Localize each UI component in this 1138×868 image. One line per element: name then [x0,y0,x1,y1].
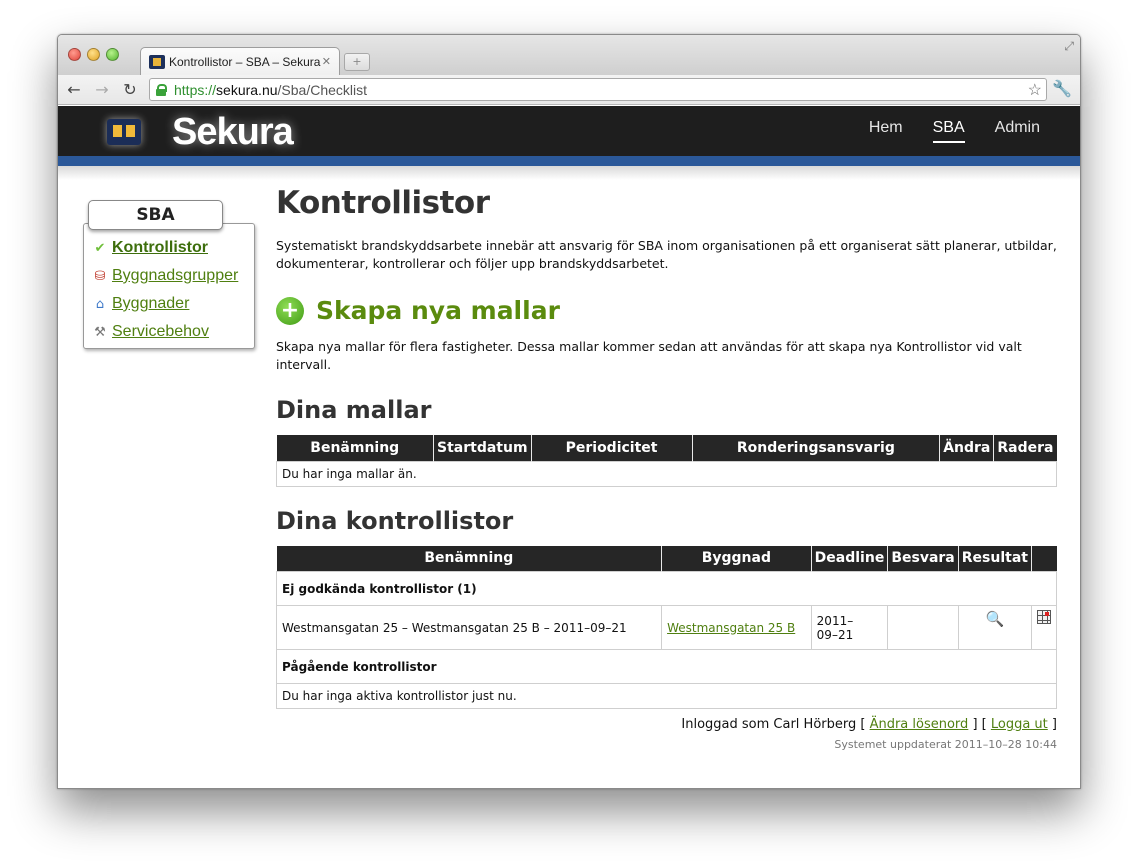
sidebar-item-label[interactable]: Byggnadsgrupper [112,267,238,285]
tab-title: Kontrollistor – SBA – Sekura [169,54,321,69]
sidebar-item-kontrollistor[interactable]: ✔ Kontrollistor [91,234,238,262]
address-bar[interactable]: https://sekura.nu/Sba/Checklist ☆ [149,78,1047,101]
section-row: Ej godkända kontrollistor (1) [276,571,1057,606]
table-row: Du har inga aktiva kontrollistor just nu… [276,683,1057,709]
ongoing-empty-text: Du har inga aktiva kontrollistor just nu… [276,683,1057,709]
sidebar: SBA ✔ Kontrollistor ⛁ Byggnadsgrupper ⌂ … [83,200,255,349]
main-content: Kontrollistor Systematiskt brandskyddsar… [275,185,1057,751]
main-nav: Hem SBA Admin [869,119,1040,143]
column-header[interactable]: Radera [993,435,1057,461]
tab-strip: Kontrollistor – SBA – Sekura ✕ + ⤢ [58,35,1080,75]
building-link[interactable]: Westmansgatan 25 B [667,621,795,635]
system-updated-text: Systemet uppdaterat 2011–10–28 10:44 [834,738,1057,751]
building-icon: ⌂ [95,296,105,312]
sidebar-item-servicebehov[interactable]: ⚒ Servicebehov [91,318,238,346]
zoom-window-button[interactable] [106,48,119,61]
check-icon: ✔ [94,240,106,256]
column-header[interactable]: Ronderingsansvarig [691,435,940,461]
search-icon[interactable]: 🔍 [986,610,1005,628]
column-header[interactable]: Periodicitet [530,435,693,461]
building-cell: Westmansgatan 25 B [661,605,812,650]
column-header[interactable]: Byggnad [661,545,812,572]
forward-icon[interactable]: → [92,80,112,99]
login-info: Inloggad som Carl Hörberg [ Ändra löseno… [276,717,1057,732]
column-header[interactable]: Deadline [810,545,888,572]
window-controls [68,48,119,61]
suffix-text: ] [1047,717,1057,732]
sidebar-item-label[interactable]: Servicebehov [112,323,209,341]
create-templates-heading[interactable]: Skapa nya mallar [316,296,560,325]
header-stripe [58,156,1080,166]
tab-close-icon[interactable]: ✕ [322,55,331,68]
sidebar-list: ✔ Kontrollistor ⛁ Byggnadsgrupper ⌂ Bygg… [91,234,238,346]
separator-text: ] [ [968,717,991,732]
not-approved-section-label: Ej godkända kontrollistor (1) [276,571,1057,606]
header-shadow [58,166,1080,180]
result-cell: 🔍 [957,605,1033,650]
close-window-button[interactable] [68,48,81,61]
browser-tab[interactable]: Kontrollistor – SBA – Sekura ✕ [140,47,340,75]
reload-icon[interactable]: ↻ [120,80,140,99]
intro-text: Systematiskt brandskyddsarbete innebär a… [276,238,1057,271]
lock-icon [156,83,167,96]
checklists-heading: Dina kontrollistor [276,506,514,535]
table-header-row: Benämning Byggnad Deadline Besvara Resul… [276,545,1057,572]
minimize-window-button[interactable] [87,48,100,61]
bookmark-star-icon[interactable]: ☆ [1028,80,1042,100]
templates-table: Benämning Startdatum Periodicitet Ronder… [276,435,1057,487]
column-header [1031,545,1057,572]
checklists-table: Benämning Byggnad Deadline Besvara Resul… [275,545,1057,709]
ongoing-section-label: Pågående kontrollistor [276,649,1057,684]
wrench-menu-icon[interactable]: 🔧 [1052,79,1072,98]
browser-toolbar: ← → ↻ https://sekura.nu/Sba/Checklist ☆ … [58,75,1080,105]
table-header-row: Benämning Startdatum Periodicitet Ronder… [276,435,1057,461]
logged-in-text: Inloggad som Carl Hörberg [ [681,717,870,732]
result-grid-icon[interactable] [1037,610,1051,624]
column-header[interactable]: Benämning [276,435,434,461]
back-icon[interactable]: ← [64,80,84,99]
sidebar-item-label[interactable]: Byggnader [112,295,189,313]
sidebar-item-label[interactable]: Kontrollistor [112,239,208,257]
url-scheme: https:// [174,81,217,98]
column-header[interactable]: Benämning [276,545,662,572]
nav-sba[interactable]: SBA [932,119,965,143]
url-path: /Sba/Checklist [277,81,367,98]
page-title: Kontrollistor [276,185,490,221]
column-header[interactable]: Resultat [957,545,1032,572]
column-header[interactable]: Startdatum [433,435,532,461]
empty-templates-text: Du har inga mallar än. [276,460,1057,487]
checklist-name: Westmansgatan 25 – Westmansgatan 25 B – … [275,605,663,650]
fullscreen-icon[interactable]: ⤢ [1064,39,1074,54]
site-header: Sekura Hem SBA Admin [58,106,1080,156]
plus-circle-icon[interactable]: + [276,296,304,325]
table-row: Westmansgatan 25 – Westmansgatan 25 B – … [275,605,1057,650]
browser-window: Kontrollistor – SBA – Sekura ✕ + ⤢ ← → ↻… [57,34,1081,789]
report-cell [1031,605,1057,650]
sidebar-title: SBA [88,200,223,230]
sidebar-item-byggnader[interactable]: ⌂ Byggnader [91,290,238,318]
sekura-logo-icon[interactable] [107,119,141,145]
deadline-cell: 2011– 09–21 [810,605,889,650]
sidebar-item-byggnadsgrupper[interactable]: ⛁ Byggnadsgrupper [91,262,239,290]
create-templates-text: Skapa nya mallar för flera fastigheter. … [276,339,1022,372]
column-header[interactable]: Besvara [887,545,959,572]
create-templates-link[interactable]: + Skapa nya mallar [276,296,1057,325]
nav-admin[interactable]: Admin [995,119,1040,143]
nav-hem[interactable]: Hem [869,119,903,143]
column-header[interactable]: Ändra [939,435,994,461]
new-tab-button[interactable]: + [344,53,370,71]
answer-cell [887,605,959,650]
building-group-icon: ⛁ [94,268,106,284]
section-row: Pågående kontrollistor [276,649,1057,684]
tool-icon: ⚒ [94,324,106,340]
sekura-favicon-icon [149,54,165,69]
templates-heading: Dina mallar [276,396,432,424]
table-row: Du har inga mallar än. [276,460,1057,487]
change-password-link[interactable]: Ändra lösenord [870,717,969,732]
brand-name[interactable]: Sekura [172,111,294,154]
url-host: sekura.nu [216,81,278,98]
logout-link[interactable]: Logga ut [991,717,1048,732]
